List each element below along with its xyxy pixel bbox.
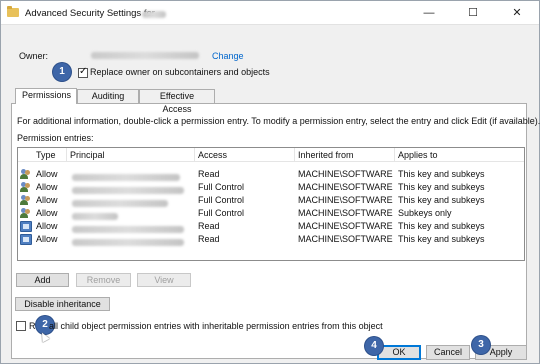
cancel-button[interactable]: Cancel [426, 345, 470, 360]
replace-child-permissions-checkbox[interactable] [16, 321, 26, 331]
row-applies-to: This key and subkeys [398, 169, 485, 179]
app-package-icon [20, 234, 32, 245]
disable-inheritance-button[interactable]: Disable inheritance [15, 297, 110, 311]
info-text: For additional information, double-click… [17, 116, 540, 126]
table-row[interactable]: Allow Full Control MACHINE\SOFTWARE This… [18, 194, 524, 208]
window-title: Advanced Security Settings for [25, 8, 155, 19]
redacted-owner-name [91, 52, 199, 59]
replace-owner-checkbox[interactable] [78, 66, 88, 78]
row-applies-to: This key and subkeys [398, 234, 485, 244]
row-type: Allow [36, 182, 58, 192]
permission-entries-list[interactable]: Type Principal Access Inherited from App… [17, 147, 525, 261]
tab-auditing[interactable]: Auditing [77, 89, 139, 103]
advanced-security-settings-window: Advanced Security Settings for — ☐ ✕ Own… [0, 0, 540, 364]
row-applies-to: This key and subkeys [398, 195, 485, 205]
app-package-icon [20, 221, 32, 232]
column-divider[interactable] [194, 148, 195, 162]
column-header-inherited-from[interactable]: Inherited from [296, 148, 354, 162]
row-type: Allow [36, 234, 58, 244]
users-icon [20, 208, 32, 219]
table-row[interactable]: Allow Full Control MACHINE\SOFTWARE Subk… [18, 207, 524, 221]
row-access: Read [198, 234, 220, 244]
folder-icon [7, 6, 19, 17]
column-header-applies-to[interactable]: Applies to [396, 148, 438, 162]
ok-button[interactable]: OK [377, 345, 421, 360]
redacted-object-name [142, 11, 166, 18]
row-type: Allow [36, 221, 58, 231]
column-header-type[interactable]: Type [34, 148, 56, 162]
table-row[interactable]: Allow Read MACHINE\SOFTWARE This key and… [18, 220, 524, 234]
row-type: Allow [36, 169, 58, 179]
change-owner-link[interactable]: Change [212, 51, 244, 61]
row-applies-to: Subkeys only [398, 208, 452, 218]
permission-entries-label: Permission entries: [17, 133, 94, 143]
title-bar[interactable]: Advanced Security Settings for — ☐ ✕ [1, 1, 539, 25]
table-row[interactable]: Allow Read MACHINE\SOFTWARE This key and… [18, 233, 524, 249]
row-applies-to: This key and subkeys [398, 182, 485, 192]
table-row[interactable]: Allow Full Control MACHINE\SOFTWARE This… [18, 181, 524, 195]
row-inherited-from: MACHINE\SOFTWARE [298, 208, 393, 218]
remove-button[interactable]: Remove [76, 273, 131, 287]
replace-owner-label: Replace owner on subcontainers and objec… [90, 67, 270, 77]
row-access: Full Control [198, 208, 245, 218]
tab-permissions[interactable]: Permissions [15, 88, 77, 104]
owner-label: Owner: [19, 51, 49, 61]
replace-child-permissions-label: all child object permission entries with… [49, 321, 383, 331]
step-badge-4: 4 [365, 337, 383, 355]
column-divider[interactable] [394, 148, 395, 162]
row-applies-to: This key and subkeys [398, 221, 485, 231]
row-inherited-from: MACHINE\SOFTWARE [298, 182, 393, 192]
row-access: Full Control [198, 195, 245, 205]
tab-effective-access[interactable]: Effective Access [139, 89, 215, 114]
list-header: Type Principal Access Inherited from App… [18, 148, 524, 162]
row-access: Read [198, 169, 220, 179]
column-header-access[interactable]: Access [196, 148, 227, 162]
users-icon [20, 195, 32, 206]
step-badge-3: 3 [472, 336, 490, 354]
step-badge-1: 1 [53, 63, 71, 81]
row-inherited-from: MACHINE\SOFTWARE [298, 221, 393, 231]
column-header-principal[interactable]: Principal [68, 148, 105, 162]
users-icon [20, 169, 32, 180]
row-inherited-from: MACHINE\SOFTWARE [298, 234, 393, 244]
redacted-principal [72, 236, 184, 249]
row-access: Full Control [198, 182, 245, 192]
row-inherited-from: MACHINE\SOFTWARE [298, 169, 393, 179]
maximize-button[interactable]: ☐ [451, 1, 495, 25]
table-row[interactable]: Allow Read MACHINE\SOFTWARE This key and… [18, 168, 524, 182]
view-button[interactable]: View [137, 273, 191, 287]
column-divider[interactable] [66, 148, 67, 162]
add-button[interactable]: Add [16, 273, 69, 287]
row-inherited-from: MACHINE\SOFTWARE [298, 195, 393, 205]
row-type: Allow [36, 208, 58, 218]
minimize-button[interactable]: — [407, 1, 451, 25]
row-type: Allow [36, 195, 58, 205]
row-access: Read [198, 221, 220, 231]
users-icon [20, 182, 32, 193]
column-divider[interactable] [294, 148, 295, 162]
close-button[interactable]: ✕ [495, 1, 539, 25]
